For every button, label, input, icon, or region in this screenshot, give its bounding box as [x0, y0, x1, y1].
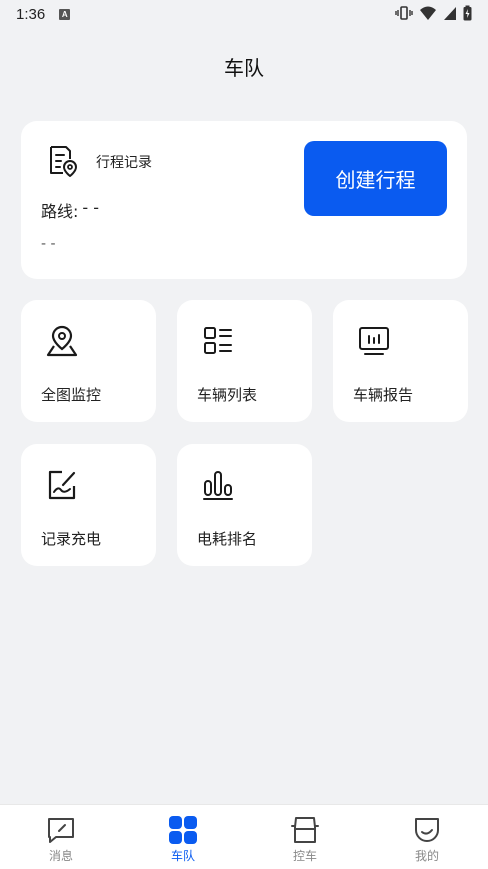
tile-record-charging[interactable]: 记录充电 [21, 444, 156, 566]
nav-label: 消息 [48, 849, 73, 863]
trip-record-icon [50, 146, 77, 177]
status-bar: 1:36 A [0, 0, 488, 28]
edit-chart-icon [48, 470, 76, 500]
route-value: - - [82, 198, 100, 217]
create-trip-button[interactable]: 创建行程 [304, 141, 447, 216]
notification-badge: A [59, 8, 71, 20]
status-icons [395, 5, 472, 21]
tile-label: 电耗排名 [197, 530, 258, 548]
nav-label: 控车 [292, 849, 317, 863]
page-title: 车队 [224, 56, 264, 80]
car-icon [291, 817, 319, 843]
trip-record-card[interactable]: 行程记录 路线: - - - - 创建行程 [21, 121, 467, 279]
nav-item-messages[interactable]: 消息 [0, 805, 122, 869]
tile-energy-ranking[interactable]: 电耗排名 [177, 444, 312, 566]
tile-label: 车辆列表 [197, 386, 258, 404]
battery-icon [463, 5, 472, 21]
nav-item-fleet[interactable]: 车队 [122, 805, 244, 869]
trip-sub-value: - - [41, 236, 56, 252]
tile-label: 记录充电 [41, 530, 102, 548]
trip-record-title: 行程记录 [96, 155, 152, 171]
nav-item-car-control[interactable]: 控车 [244, 805, 366, 869]
vibrate-icon [395, 6, 413, 20]
tile-label: 车辆报告 [353, 386, 414, 404]
map-pin-icon [46, 325, 78, 357]
message-icon [48, 818, 74, 843]
bar-chart-icon [203, 471, 233, 500]
bottom-nav: 消息 车队 控车 我的 [0, 804, 488, 869]
nav-item-mine[interactable]: 我的 [366, 805, 488, 869]
signal-icon [444, 7, 456, 20]
tile-label: 全图监控 [41, 386, 102, 404]
route-label: 路线: [41, 202, 79, 221]
grid-icon [169, 816, 197, 844]
status-time: 1:36 [16, 5, 46, 23]
smile-icon [415, 818, 439, 842]
tile-vehicle-list[interactable]: 车辆列表 [177, 300, 312, 422]
list-icon [204, 327, 232, 354]
nav-label: 我的 [414, 849, 439, 863]
trip-route: 路线: - - [41, 198, 99, 222]
wifi-icon [420, 6, 436, 20]
nav-label: 车队 [170, 849, 195, 863]
tile-map-monitor[interactable]: 全图监控 [21, 300, 156, 422]
tile-vehicle-report[interactable]: 车辆报告 [333, 300, 468, 422]
report-monitor-icon [359, 327, 389, 355]
